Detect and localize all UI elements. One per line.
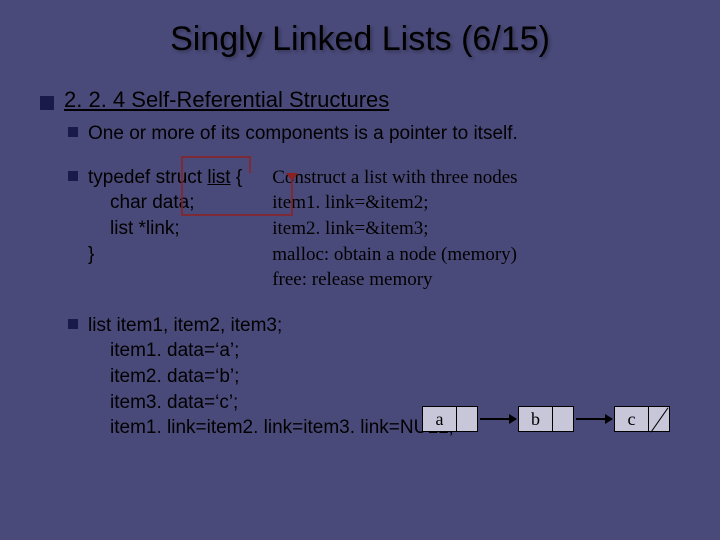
arrow-icon [480,418,516,420]
node-b-link [553,407,573,431]
construct-line-2: item1. link=&item2; [272,190,680,216]
typedef-block: typedef struct list { char data; list *l… [68,165,242,293]
square-bullet-icon [68,171,78,181]
node-a-data: a [423,407,457,431]
node-c-link [649,407,669,431]
node-c-data: c [615,407,649,431]
slide-title: Singly Linked Lists (6/15) [40,20,680,59]
typedef-line-3: list *link; [110,216,242,242]
typedef-line-2: char data; [110,190,242,216]
construct-block: Construct a list with three nodes item1.… [272,165,680,293]
typedef-row: typedef struct list { char data; list *l… [68,165,680,293]
section-heading: 2. 2. 4 Self-Referential Structures [40,87,680,113]
decl-line-3: item2. data=‘b’; [110,364,454,390]
decl-line-4: item3. data=‘c’; [110,390,454,416]
sub-point-1: One or more of its components is a point… [68,121,680,147]
typedef-line-1: typedef struct list { [88,165,242,191]
sub-point-1-text: One or more of its components is a point… [88,121,518,147]
decl-line-5: item1. link=item2. link=item3. link=NULL… [110,415,454,441]
node-b: b [518,406,574,432]
slide: Singly Linked Lists (6/15) 2. 2. 4 Self-… [0,0,720,540]
section-text: 2. 2. 4 Self-Referential Structures [64,87,389,113]
square-bullet-icon [40,96,54,110]
construct-line-5: free: release memory [272,267,680,293]
square-bullet-icon [68,319,78,329]
decl-line-1: list item1, item2, item3; [88,313,454,339]
node-c: c [614,406,670,432]
construct-line-4: malloc: obtain a node (memory) [272,242,680,268]
node-a-link [457,407,477,431]
typedef-line-4: } [88,242,242,268]
node-a: a [422,406,478,432]
square-bullet-icon [68,127,78,137]
arrow-icon [576,418,612,420]
construct-line-3: item2. link=&item3; [272,216,680,242]
linked-list-diagram: a b c [422,406,670,432]
decl-line-2: item1. data=‘a’; [110,338,454,364]
construct-line-1: Construct a list with three nodes [272,165,680,191]
node-b-data: b [519,407,553,431]
null-slash-icon [650,407,668,432]
